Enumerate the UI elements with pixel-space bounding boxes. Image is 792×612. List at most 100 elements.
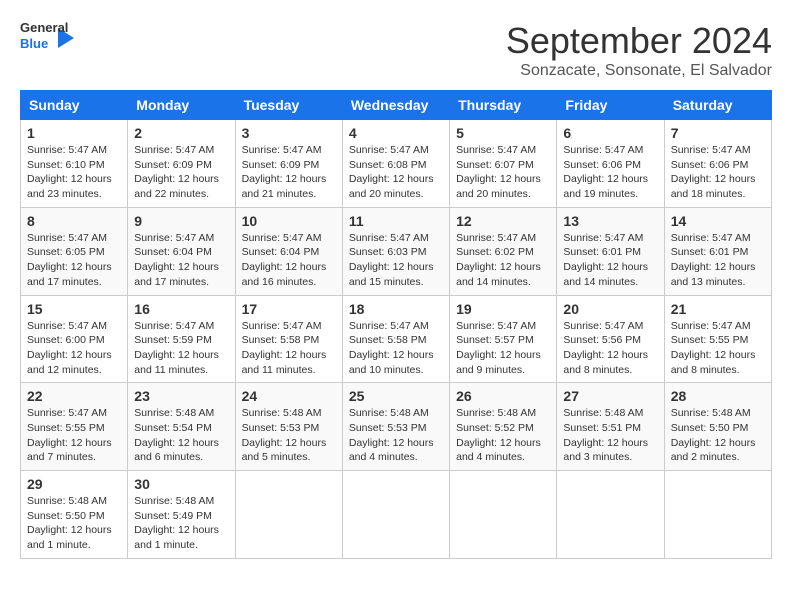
day-number: 4 [349, 125, 443, 141]
day-info: Sunrise: 5:47 AMSunset: 6:01 PMDaylight:… [563, 231, 657, 290]
day-number: 22 [27, 388, 121, 404]
day-number: 13 [563, 213, 657, 229]
table-row: 8 Sunrise: 5:47 AMSunset: 6:05 PMDaylight… [21, 207, 128, 295]
table-row: 17 Sunrise: 5:47 AMSunset: 5:58 PMDayligh… [235, 295, 342, 383]
day-info: Sunrise: 5:48 AMSunset: 5:49 PMDaylight:… [134, 494, 228, 553]
day-number: 9 [134, 213, 228, 229]
day-number: 29 [27, 476, 121, 492]
day-number: 24 [242, 388, 336, 404]
table-row: 10 Sunrise: 5:47 AMSunset: 6:04 PMDayligh… [235, 207, 342, 295]
day-info: Sunrise: 5:48 AMSunset: 5:50 PMDaylight:… [27, 494, 121, 553]
logo-icon: General Blue [20, 20, 56, 56]
day-info: Sunrise: 5:47 AMSunset: 6:06 PMDaylight:… [671, 143, 765, 202]
table-row: 16 Sunrise: 5:47 AMSunset: 5:59 PMDayligh… [128, 295, 235, 383]
day-number: 10 [242, 213, 336, 229]
table-row: 30 Sunrise: 5:48 AMSunset: 5:49 PMDayligh… [128, 471, 235, 559]
day-number: 11 [349, 213, 443, 229]
day-info: Sunrise: 5:48 AMSunset: 5:53 PMDaylight:… [242, 406, 336, 465]
table-row: 7 Sunrise: 5:47 AMSunset: 6:06 PMDaylight… [664, 120, 771, 208]
day-number: 2 [134, 125, 228, 141]
table-row: 29 Sunrise: 5:48 AMSunset: 5:50 PMDayligh… [21, 471, 128, 559]
table-row: 28 Sunrise: 5:48 AMSunset: 5:50 PMDayligh… [664, 383, 771, 471]
table-row: 12 Sunrise: 5:47 AMSunset: 6:02 PMDayligh… [450, 207, 557, 295]
day-number: 3 [242, 125, 336, 141]
table-row: 26 Sunrise: 5:48 AMSunset: 5:52 PMDayligh… [450, 383, 557, 471]
header-sunday: Sunday [21, 91, 128, 120]
day-number: 20 [563, 301, 657, 317]
day-info: Sunrise: 5:47 AMSunset: 6:07 PMDaylight:… [456, 143, 550, 202]
header-saturday: Saturday [664, 91, 771, 120]
day-number: 17 [242, 301, 336, 317]
logo-graphic: General Blue [20, 20, 74, 56]
table-row: 22 Sunrise: 5:47 AMSunset: 5:55 PMDayligh… [21, 383, 128, 471]
day-info: Sunrise: 5:47 AMSunset: 5:59 PMDaylight:… [134, 319, 228, 378]
day-info: Sunrise: 5:47 AMSunset: 5:58 PMDaylight:… [242, 319, 336, 378]
day-info: Sunrise: 5:47 AMSunset: 6:08 PMDaylight:… [349, 143, 443, 202]
table-row: 15 Sunrise: 5:47 AMSunset: 6:00 PMDayligh… [21, 295, 128, 383]
day-info: Sunrise: 5:47 AMSunset: 5:58 PMDaylight:… [349, 319, 443, 378]
day-info: Sunrise: 5:47 AMSunset: 6:05 PMDaylight:… [27, 231, 121, 290]
table-row: 11 Sunrise: 5:47 AMSunset: 6:03 PMDayligh… [342, 207, 449, 295]
day-number: 28 [671, 388, 765, 404]
day-info: Sunrise: 5:47 AMSunset: 5:57 PMDaylight:… [456, 319, 550, 378]
day-number: 27 [563, 388, 657, 404]
day-number: 5 [456, 125, 550, 141]
day-info: Sunrise: 5:48 AMSunset: 5:51 PMDaylight:… [563, 406, 657, 465]
day-info: Sunrise: 5:47 AMSunset: 6:04 PMDaylight:… [242, 231, 336, 290]
day-info: Sunrise: 5:47 AMSunset: 6:04 PMDaylight:… [134, 231, 228, 290]
day-info: Sunrise: 5:48 AMSunset: 5:50 PMDaylight:… [671, 406, 765, 465]
table-row: 6 Sunrise: 5:47 AMSunset: 6:06 PMDaylight… [557, 120, 664, 208]
table-row [450, 471, 557, 559]
header-friday: Friday [557, 91, 664, 120]
day-number: 23 [134, 388, 228, 404]
day-info: Sunrise: 5:47 AMSunset: 6:03 PMDaylight:… [349, 231, 443, 290]
day-number: 15 [27, 301, 121, 317]
table-row [342, 471, 449, 559]
table-row: 2Sunrise: 5:47 AMSunset: 6:09 PMDaylight… [128, 120, 235, 208]
day-info: Sunrise: 5:48 AMSunset: 5:52 PMDaylight:… [456, 406, 550, 465]
table-row: 13 Sunrise: 5:47 AMSunset: 6:01 PMDayligh… [557, 207, 664, 295]
day-number: 7 [671, 125, 765, 141]
page-header: General Blue September 2024 Sonzacate, S… [20, 20, 772, 80]
logo: General Blue [20, 20, 74, 56]
table-row: 18Sunrise: 5:47 AMSunset: 5:58 PMDayligh… [342, 295, 449, 383]
header-thursday: Thursday [450, 91, 557, 120]
location-subtitle: Sonzacate, Sonsonate, El Salvador [506, 62, 772, 80]
day-info: Sunrise: 5:48 AMSunset: 5:53 PMDaylight:… [349, 406, 443, 465]
table-row: 19 Sunrise: 5:47 AMSunset: 5:57 PMDayligh… [450, 295, 557, 383]
day-number: 26 [456, 388, 550, 404]
day-number: 8 [27, 213, 121, 229]
calendar-header: Sunday Monday Tuesday Wednesday Thursday… [21, 91, 772, 120]
day-number: 25 [349, 388, 443, 404]
header-monday: Monday [128, 91, 235, 120]
table-row: 20 Sunrise: 5:47 AMSunset: 5:56 PMDayligh… [557, 295, 664, 383]
day-info: Sunrise: 5:47 AMSunset: 5:55 PMDaylight:… [27, 406, 121, 465]
day-info: Sunrise: 5:47 AMSunset: 6:02 PMDaylight:… [456, 231, 550, 290]
day-number: 30 [134, 476, 228, 492]
calendar-body: 1 Sunrise: 5:47 AMSunset: 6:10 PMDaylight… [21, 120, 772, 559]
table-row: 3Sunrise: 5:47 AMSunset: 6:09 PMDaylight… [235, 120, 342, 208]
day-number: 16 [134, 301, 228, 317]
day-info: Sunrise: 5:47 AMSunset: 6:00 PMDaylight:… [27, 319, 121, 378]
table-row: 1 Sunrise: 5:47 AMSunset: 6:10 PMDaylight… [21, 120, 128, 208]
day-info: Sunrise: 5:48 AMSunset: 5:54 PMDaylight:… [134, 406, 228, 465]
day-info: Sunrise: 5:47 AMSunset: 5:56 PMDaylight:… [563, 319, 657, 378]
table-row: 23 Sunrise: 5:48 AMSunset: 5:54 PMDayligh… [128, 383, 235, 471]
table-row: 21Sunrise: 5:47 AMSunset: 5:55 PMDayligh… [664, 295, 771, 383]
table-row: 14Sunrise: 5:47 AMSunset: 6:01 PMDayligh… [664, 207, 771, 295]
table-row: 24 Sunrise: 5:48 AMSunset: 5:53 PMDayligh… [235, 383, 342, 471]
day-number: 1 [27, 125, 121, 141]
header-tuesday: Tuesday [235, 91, 342, 120]
day-info: Sunrise: 5:47 AMSunset: 6:06 PMDaylight:… [563, 143, 657, 202]
table-row [664, 471, 771, 559]
calendar-table: Sunday Monday Tuesday Wednesday Thursday… [20, 90, 772, 559]
day-number: 6 [563, 125, 657, 141]
day-number: 19 [456, 301, 550, 317]
day-info: Sunrise: 5:47 AMSunset: 6:01 PMDaylight:… [671, 231, 765, 290]
header-wednesday: Wednesday [342, 91, 449, 120]
table-row [235, 471, 342, 559]
day-info: Sunrise: 5:47 AMSunset: 6:10 PMDaylight:… [27, 143, 121, 202]
table-row: 9 Sunrise: 5:47 AMSunset: 6:04 PMDaylight… [128, 207, 235, 295]
day-number: 21 [671, 301, 765, 317]
day-number: 12 [456, 213, 550, 229]
